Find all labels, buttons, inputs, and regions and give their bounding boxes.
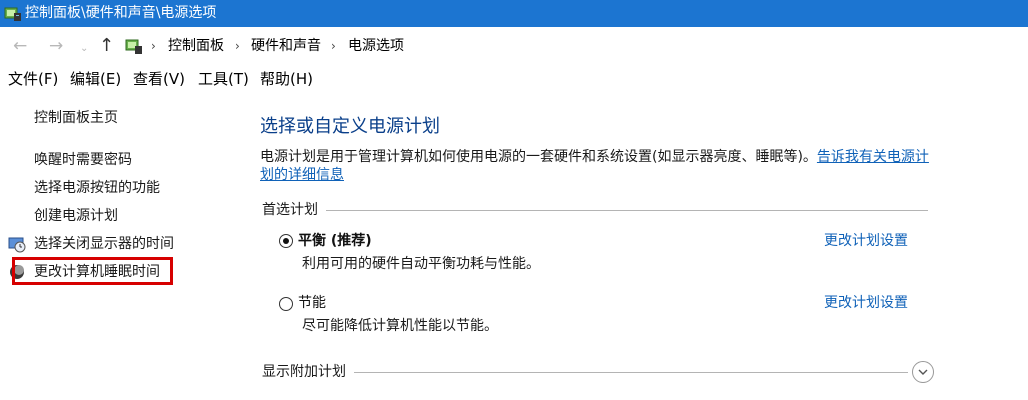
page-description: 电源计划是用于管理计算机如何使用电源的一套硬件和系统设置(如显示器亮度、睡眠等)… [260,148,930,184]
window-title: 控制面板\硬件和声音\电源选项 [25,5,217,21]
menu-tools[interactable]: 工具(T) [198,70,249,88]
menu-view[interactable]: 查看(V) [133,70,185,88]
chevron-down-icon [918,369,928,375]
page-title: 选择或自定义电源计划 [260,116,440,137]
plan-power-saver-desc: 尽可能降低计算机性能以节能。 [302,318,498,334]
breadcrumb-power-options[interactable]: 电源选项 [348,37,404,55]
additional-plans-label[interactable]: 显示附加计划 [262,363,354,381]
menu-file[interactable]: 文件(F) [8,70,58,88]
sidebar-control-panel-home[interactable]: 控制面板主页 [34,109,118,127]
plan-power-saver-name[interactable]: 节能 [298,294,326,312]
breadcrumb-hardware-sound[interactable]: 硬件和声音 [251,37,321,55]
title-bar: 控制面板\硬件和声音\电源选项 [0,0,1028,27]
sidebar-item-wake-password[interactable]: 唤醒时需要密码 [34,151,132,169]
breadcrumb-separator[interactable]: › [151,37,156,55]
section-divider [262,210,928,211]
sidebar-item-create-plan[interactable]: 创建电源计划 [34,207,118,225]
menu-bar: 文件(F) 编辑(E) 查看(V) 工具(T) 帮助(H) [0,65,1028,93]
sidebar-item-display-off-time[interactable]: 选择关闭显示器的时间 [34,235,174,253]
plan-balanced-name[interactable]: 平衡 (推荐) [298,232,372,250]
description-text: 电源计划是用于管理计算机如何使用电源的一套硬件和系统设置(如显示器亮度、睡眠等)… [260,149,817,165]
plan-balanced-desc: 利用可用的硬件自动平衡功耗与性能。 [302,256,540,272]
menu-edit[interactable]: 编辑(E) [70,70,121,88]
plan-power-saver-radio[interactable] [279,297,293,311]
back-button[interactable]: ← [13,36,27,56]
control-panel-icon [125,39,142,54]
sidebar-item-power-button[interactable]: 选择电源按钮的功能 [34,179,160,197]
display-clock-icon [8,237,26,253]
radio-selected-dot [283,238,289,244]
section-divider [262,372,908,373]
breadcrumb-separator[interactable]: › [235,37,240,55]
highlight-box [12,257,173,285]
control-panel-icon [4,7,21,21]
breadcrumb-control-panel[interactable]: 控制面板 [168,37,224,55]
menu-help[interactable]: 帮助(H) [260,70,313,88]
plan-balanced-radio[interactable] [279,234,293,248]
recent-locations-button[interactable]: ⌄ [80,39,88,59]
plan-balanced-settings-link[interactable]: 更改计划设置 [824,232,908,250]
preferred-plans-label: 首选计划 [262,201,326,219]
forward-button[interactable]: → [49,36,63,56]
address-bar: ← → ⌄ ↑ › 控制面板 › 硬件和声音 › 电源选项 [0,27,1028,65]
up-button[interactable]: ↑ [99,36,114,56]
breadcrumb-separator[interactable]: › [331,37,336,55]
plan-power-saver-settings-link[interactable]: 更改计划设置 [824,294,908,312]
expand-button[interactable] [912,361,934,383]
